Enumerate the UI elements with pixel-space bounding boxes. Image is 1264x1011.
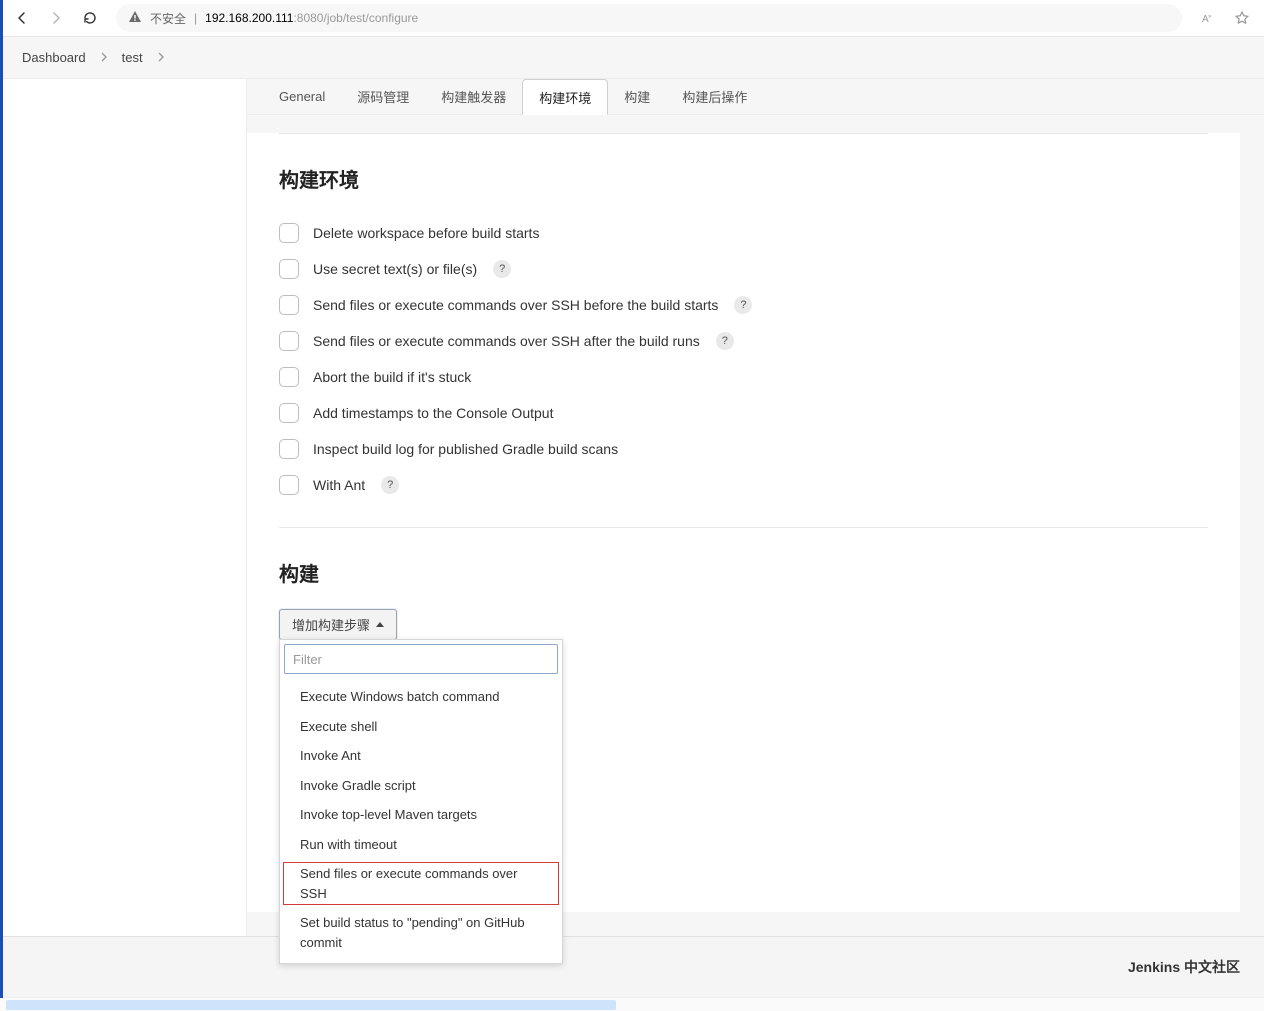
checkbox-label: Delete workspace before build starts (313, 225, 539, 241)
checkbox[interactable] (279, 367, 299, 387)
checkbox[interactable] (279, 439, 299, 459)
tab-scm[interactable]: 源码管理 (341, 79, 425, 114)
checkbox[interactable] (279, 403, 299, 423)
back-button[interactable] (8, 4, 36, 32)
security-label: 不安全 (150, 10, 186, 27)
checkbox-label: Use secret text(s) or file(s) (313, 261, 477, 277)
add-build-step-button[interactable]: 增加构建步骤 (279, 609, 397, 640)
menu-item[interactable]: Invoke Gradle script (280, 771, 562, 801)
tab-build-env[interactable]: 构建环境 (522, 79, 608, 115)
svg-text:»: » (1208, 14, 1212, 20)
help-icon[interactable]: ? (493, 260, 511, 278)
menu-item[interactable]: Execute shell (280, 712, 562, 742)
checkbox[interactable] (279, 223, 299, 243)
url-bar[interactable]: 不安全 | 192.168.200.111:8080/job/test/conf… (116, 4, 1182, 32)
config-tabs: General 源码管理 构建触发器 构建环境 构建 构建后操作 (247, 79, 1264, 115)
checkbox[interactable] (279, 475, 299, 495)
build-title: 构建 (279, 558, 1208, 587)
menu-item[interactable]: Send files or execute commands over SSH (281, 860, 561, 907)
menu-item[interactable]: Invoke top-level Maven targets (280, 800, 562, 830)
breadcrumb-item-dashboard[interactable]: Dashboard (22, 50, 86, 65)
menu-item[interactable]: Run with timeout (280, 830, 562, 860)
chevron-right-icon (157, 50, 165, 65)
refresh-button[interactable] (76, 4, 104, 32)
build-step-dropdown: Execute Windows batch commandExecute she… (279, 639, 563, 964)
menu-item[interactable]: Set build status to "pending" on GitHub … (280, 908, 562, 957)
checkbox-label: Send files or execute commands over SSH … (313, 333, 700, 349)
warning-icon (128, 10, 142, 27)
checkbox[interactable] (279, 331, 299, 351)
breadcrumb: Dashboard test (0, 37, 1264, 79)
tab-post-build[interactable]: 构建后操作 (666, 79, 763, 114)
menu-item[interactable]: Execute Windows batch command (280, 682, 562, 712)
checkbox-label: With Ant (313, 477, 365, 493)
build-step-menu: Execute Windows batch commandExecute she… (280, 676, 562, 963)
help-icon[interactable]: ? (381, 476, 399, 494)
chevron-up-icon (376, 622, 384, 627)
checkbox-label: Send files or execute commands over SSH … (313, 297, 718, 313)
tab-general[interactable]: General (263, 79, 341, 114)
sidebar (0, 79, 247, 936)
help-icon[interactable]: ? (716, 332, 734, 350)
favorite-icon[interactable] (1228, 4, 1256, 32)
checkbox-label: Inspect build log for published Gradle b… (313, 441, 618, 457)
read-aloud-icon[interactable]: A» (1194, 4, 1222, 32)
tab-build[interactable]: 构建 (608, 79, 666, 114)
build-env-title: 构建环境 (279, 164, 1208, 193)
forward-button[interactable] (42, 4, 70, 32)
breadcrumb-item-test[interactable]: test (122, 50, 143, 65)
chevron-right-icon (100, 50, 108, 65)
checkbox[interactable] (279, 259, 299, 279)
menu-item[interactable]: Invoke Ant (280, 741, 562, 771)
checkbox-label: Add timestamps to the Console Output (313, 405, 553, 421)
checkbox[interactable] (279, 295, 299, 315)
horizontal-scrollbar[interactable] (0, 997, 1264, 1011)
help-icon[interactable]: ? (734, 296, 752, 314)
checkbox-label: Abort the build if it's stuck (313, 369, 471, 385)
filter-input[interactable] (284, 644, 558, 674)
tab-triggers[interactable]: 构建触发器 (425, 79, 522, 114)
footer: Jenkins 中文社区 (0, 936, 1264, 997)
url-text: 192.168.200.111:8080/job/test/configure (205, 11, 418, 25)
